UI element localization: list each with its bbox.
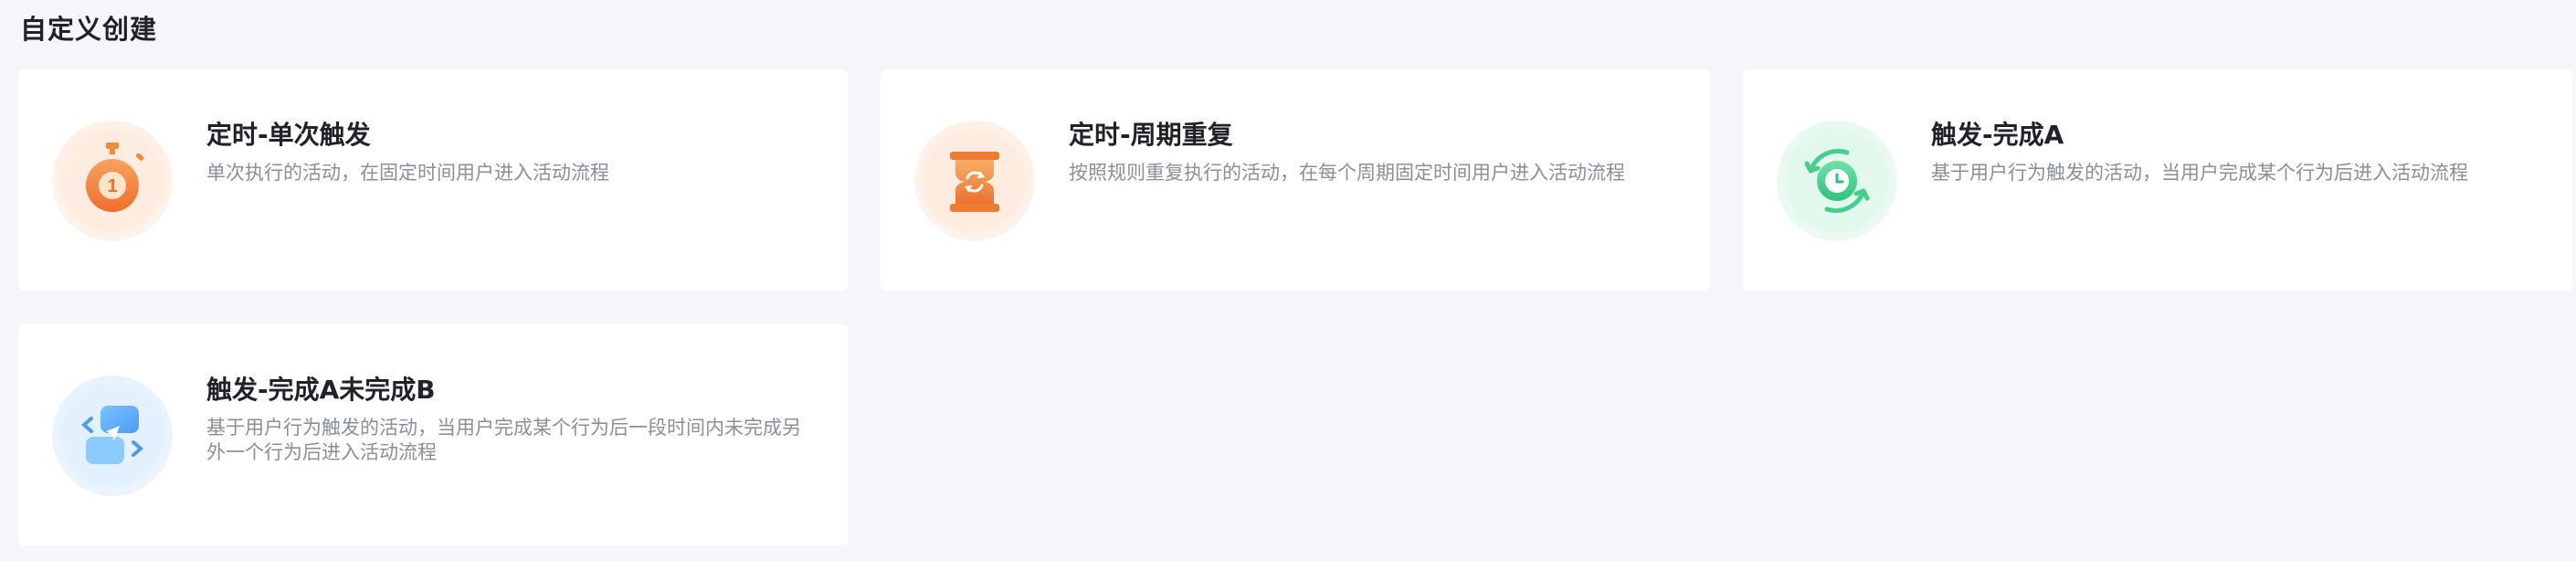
card-title: 触发-完成A xyxy=(1931,120,2064,150)
card-title: 定时-单次触发 xyxy=(206,120,371,150)
message-switch-icon xyxy=(51,375,174,497)
card-grid: 1 定时-单次触发 单次执行的活动，在固定时间用户进入活动流程 定时-周期重复 … xyxy=(18,69,2572,545)
card-trigger-complete-a-not-b[interactable]: 触发-完成A未完成B 基于用户行为触发的活动，当用户完成某个行为后一段时间内未完… xyxy=(18,324,848,545)
card-timed-periodic[interactable]: 定时-周期重复 按照规则重复执行的活动，在每个周期固定时间用户进入活动流程 xyxy=(881,69,1710,291)
card-description: 基于用户行为触发的活动，当用户完成某个行为后进入活动流程 xyxy=(1931,162,2468,184)
clock-cycle-icon xyxy=(1776,120,1898,242)
section-title: 自定义创建 xyxy=(20,14,158,45)
hourglass-repeat-icon xyxy=(913,120,1036,242)
card-timed-once[interactable]: 1 定时-单次触发 单次执行的活动，在固定时间用户进入活动流程 xyxy=(18,69,848,291)
svg-text:1: 1 xyxy=(107,176,117,196)
card-description: 基于用户行为触发的活动，当用户完成某个行为后一段时间内未完成另外一个行为后进入活… xyxy=(206,417,801,463)
card-title: 触发-完成A未完成B xyxy=(206,375,436,405)
card-title: 定时-周期重复 xyxy=(1069,120,1233,150)
stopwatch-icon: 1 xyxy=(51,120,174,242)
card-description: 按照规则重复执行的活动，在每个周期固定时间用户进入活动流程 xyxy=(1069,162,1625,184)
card-trigger-complete-a[interactable]: 触发-完成A 基于用户行为触发的活动，当用户完成某个行为后进入活动流程 xyxy=(1743,69,2572,291)
card-description: 单次执行的活动，在固定时间用户进入活动流程 xyxy=(206,162,609,184)
